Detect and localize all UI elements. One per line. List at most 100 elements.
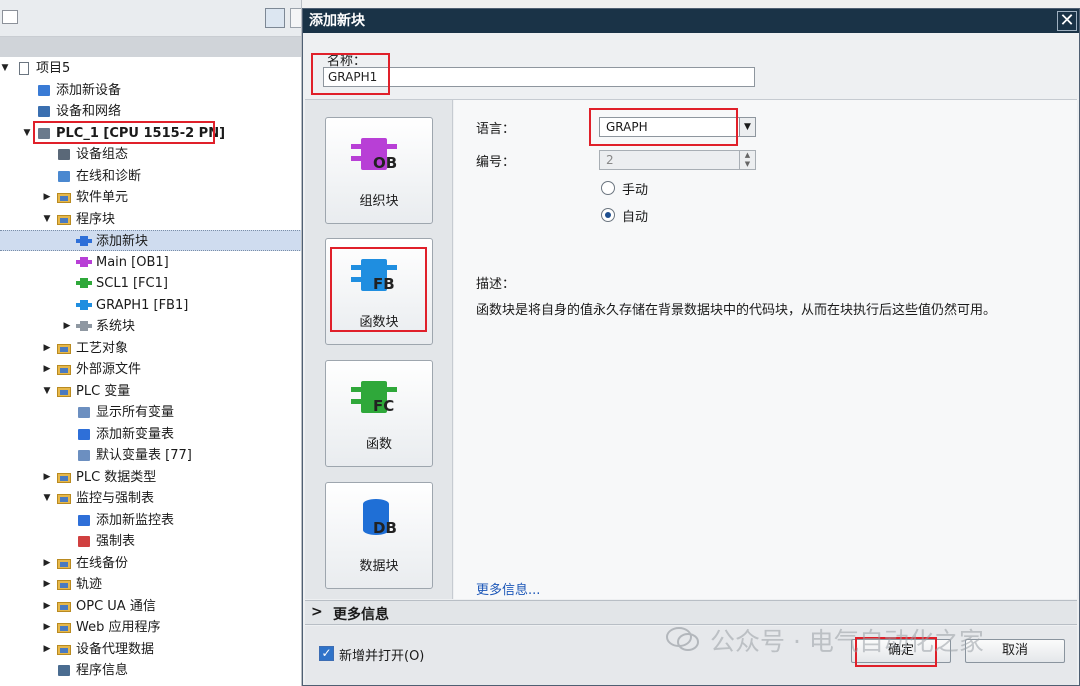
list-view-icon[interactable] <box>265 8 285 28</box>
add-block-icon <box>76 234 92 249</box>
language-label: 语言： <box>476 122 516 137</box>
block-tile-db[interactable]: DB 数据块 <box>325 482 433 589</box>
tree-item[interactable]: 设备和网络 <box>0 101 301 122</box>
spin-arrows-icon[interactable]: ▲ ▼ <box>739 151 755 169</box>
tree-toolbar-icon[interactable] <box>2 10 18 24</box>
block-tile-fb[interactable]: FB 函数块 <box>325 238 433 345</box>
tree-item[interactable]: ▶ 工艺对象 <box>0 338 301 359</box>
fc-block-icon <box>76 276 92 291</box>
tree-item[interactable]: 程序信息 <box>0 660 301 681</box>
tree-item[interactable]: 添加新块 <box>0 230 301 251</box>
collapsed-arrow-icon[interactable]: ▶ <box>42 364 52 374</box>
tree-item[interactable]: GRAPH1 [FB1] <box>0 295 301 316</box>
close-icon[interactable]: ✕ <box>1057 11 1077 31</box>
tree-item[interactable]: ▶ PLC 数据类型 <box>0 467 301 488</box>
tree-item-label: 监控与强制表 <box>76 491 155 506</box>
tree-item[interactable]: 显示所有变量 <box>0 402 301 423</box>
language-value: GRAPH <box>606 120 648 134</box>
tree-item-label: 系统块 <box>96 319 136 334</box>
add-device-icon <box>36 83 52 98</box>
collapsed-arrow-icon[interactable]: ▶ <box>42 343 52 353</box>
folder-icon <box>56 212 72 227</box>
expanded-arrow-icon[interactable]: ▼ <box>22 128 32 138</box>
collapsed-arrow-icon[interactable]: ▶ <box>42 579 52 589</box>
details-view-icon[interactable] <box>290 8 301 28</box>
tree-item-label: PLC 数据类型 <box>76 469 157 485</box>
tree-item[interactable]: 在线和诊断 <box>0 166 301 187</box>
tree-item[interactable]: ▶ 在线备份 <box>0 553 301 574</box>
tree-item[interactable]: 添加新监控表 <box>0 510 301 531</box>
tree-item[interactable]: ▶ OPC UA 通信 <box>0 596 301 617</box>
tree-item-label: GRAPH1 [FB1] <box>96 297 189 313</box>
tree-item[interactable]: 默认变量表 [77] <box>0 445 301 466</box>
tree-item[interactable]: ▶ 系统块 <box>0 316 301 337</box>
tree-item[interactable]: ▶ 轨迹 <box>0 574 301 595</box>
block-label: 组织块 <box>359 194 399 209</box>
tree-item[interactable]: 添加新设备 <box>0 80 301 101</box>
tree-header-strip <box>0 37 301 57</box>
more-info-link[interactable]: 更多信息... <box>476 579 540 598</box>
tree-item[interactable]: 设备组态 <box>0 144 301 165</box>
radio-auto[interactable] <box>601 208 615 222</box>
folder-icon <box>56 190 72 205</box>
tree-item[interactable]: ▶ 外部源文件 <box>0 359 301 380</box>
tree-item[interactable]: ▼ PLC_1 [CPU 1515-2 PN] <box>0 123 301 144</box>
tree-item[interactable]: ▶ 软件单元 <box>0 187 301 208</box>
collapsed-arrow-icon[interactable]: ▶ <box>42 644 52 654</box>
folder-icon <box>56 470 72 485</box>
tree-item[interactable]: SCL1 [FC1] <box>0 273 301 294</box>
tree-item[interactable]: ▼ PLC 变量 <box>0 381 301 402</box>
show-vars-icon <box>76 405 92 420</box>
tree-item[interactable]: Main [OB1] <box>0 252 301 273</box>
folder-icon <box>56 491 72 506</box>
tree-item-label: 添加新块 <box>96 234 149 249</box>
block-name-input[interactable] <box>323 67 755 87</box>
tree-item[interactable]: 添加新变量表 <box>0 424 301 445</box>
collapsed-arrow-icon[interactable]: ▶ <box>42 601 52 611</box>
device-config-icon <box>56 147 72 162</box>
ob-block-icon <box>76 255 92 270</box>
add-and-open-checkbox[interactable]: ✓ <box>319 646 334 661</box>
add-new-block-dialog: 添加新块 ✕ 名称： OB 组织块 FB 函数块 <box>302 8 1080 686</box>
folder-icon <box>56 556 72 571</box>
tree-item[interactable]: ▼ 项目5 <box>0 58 301 79</box>
tree-item[interactable]: ▶ Web 应用程序 <box>0 617 301 638</box>
collapsed-arrow-icon[interactable]: ▶ <box>42 192 52 202</box>
tree-item[interactable]: 强制表 <box>0 531 301 552</box>
chevron-down-icon[interactable]: ▼ <box>739 118 755 136</box>
folder-icon <box>56 577 72 592</box>
number-value: 2 <box>606 153 614 167</box>
tree-item-label: 轨迹 <box>76 577 103 592</box>
db-icon: DB <box>351 499 407 543</box>
wechat-icon <box>666 627 699 651</box>
tree-item-label: 强制表 <box>96 534 136 549</box>
radio-auto-label: 自动 <box>622 210 649 225</box>
block-tile-ob[interactable]: OB 组织块 <box>325 117 433 224</box>
block-tile-fc[interactable]: FC 函数 <box>325 360 433 467</box>
collapsed-arrow-icon[interactable]: ▶ <box>42 472 52 482</box>
tree-item[interactable]: ▼ 程序块 <box>0 209 301 230</box>
expanded-arrow-icon[interactable]: ▼ <box>42 386 52 396</box>
language-select[interactable]: GRAPH ▼ <box>599 117 756 137</box>
chevron-right-icon[interactable]: > <box>311 604 323 620</box>
program-info-icon <box>56 663 72 678</box>
folder-icon <box>56 384 72 399</box>
radio-manual[interactable] <box>601 181 615 195</box>
radio-manual-label: 手动 <box>622 183 649 198</box>
expanded-arrow-icon[interactable]: ▼ <box>42 214 52 224</box>
tree-item[interactable]: ▶ 设备代理数据 <box>0 639 301 660</box>
collapsed-arrow-icon[interactable]: ▶ <box>42 622 52 632</box>
block-label: 函数块 <box>359 315 399 330</box>
tree-item-label: OPC UA 通信 <box>76 598 156 614</box>
ob-icon: OB <box>351 134 407 178</box>
number-stepper[interactable]: 2 ▲ ▼ <box>599 150 756 170</box>
expanded-arrow-icon[interactable]: ▼ <box>0 63 10 73</box>
expanded-arrow-icon[interactable]: ▼ <box>42 493 52 503</box>
collapsed-arrow-icon[interactable]: ▶ <box>42 558 52 568</box>
folder-icon <box>56 642 72 657</box>
collapsed-arrow-icon[interactable]: ▶ <box>62 321 72 331</box>
folder-icon <box>56 362 72 377</box>
tree-toolbar <box>0 0 301 37</box>
tree-item[interactable]: ▼ 监控与强制表 <box>0 488 301 509</box>
var-table-icon <box>76 448 92 463</box>
